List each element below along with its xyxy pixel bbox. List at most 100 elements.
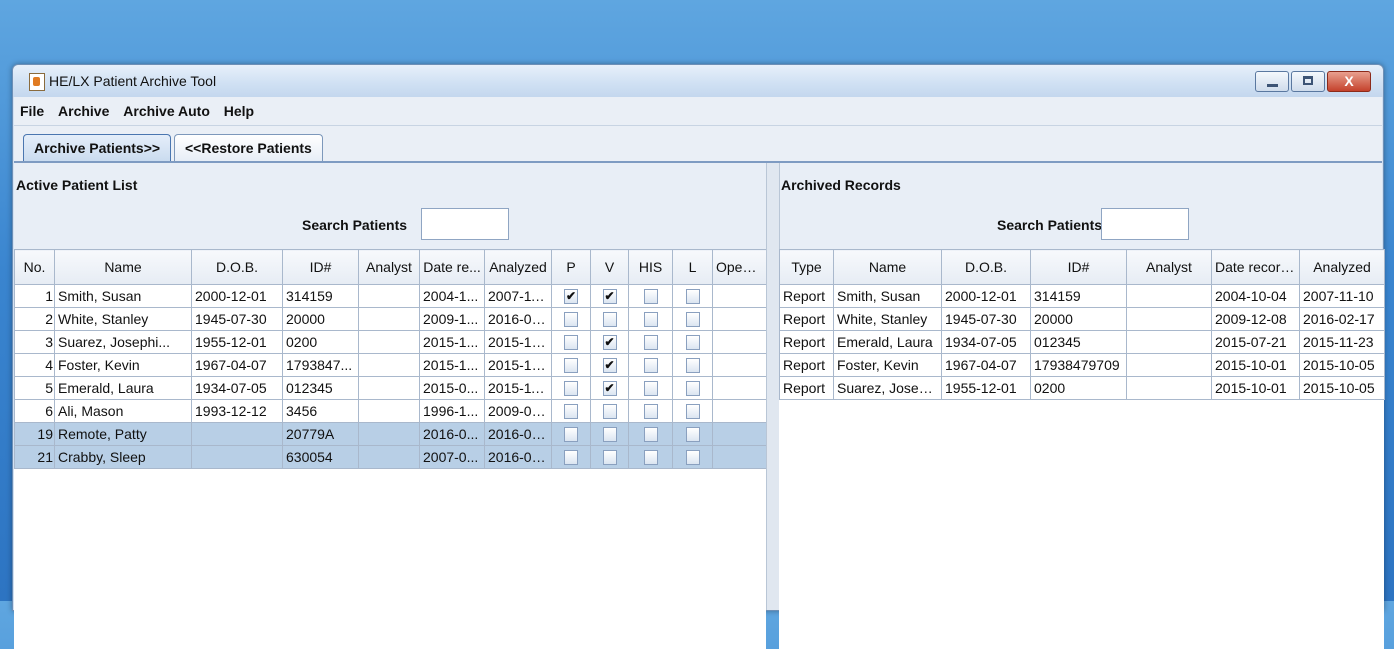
- cell-analyzed: 2015-10-05: [1299, 376, 1385, 400]
- active-patient-pane: Active Patient List Search Patients No. N…: [14, 163, 767, 649]
- v-checkbox[interactable]: ✔: [602, 358, 617, 374]
- column-header[interactable]: Opene...: [712, 249, 767, 285]
- menu-file[interactable]: File: [20, 97, 44, 125]
- table-row[interactable]: Report Foster, Kevin 1967-04-07 17938479709…: [779, 353, 1385, 377]
- tab-archive-patients[interactable]: Archive Patients>>: [23, 134, 172, 162]
- column-header[interactable]: ID#: [282, 249, 359, 285]
- column-header[interactable]: L: [672, 249, 713, 285]
- p-checkbox[interactable]: [564, 335, 578, 351]
- cell-analyzed: 2016-02...: [484, 307, 552, 331]
- cell-his: [628, 284, 673, 308]
- column-header[interactable]: V: [590, 249, 629, 285]
- his-checkbox[interactable]: [643, 289, 658, 305]
- cell-p: ✔: [551, 284, 591, 308]
- v-checkbox[interactable]: [602, 404, 617, 420]
- column-header[interactable]: Analyzed: [1299, 249, 1385, 285]
- split-pane-divider[interactable]: [766, 163, 780, 610]
- cell-v: [590, 399, 629, 423]
- column-header[interactable]: D.O.B.: [941, 249, 1031, 285]
- cell-analyst: [358, 445, 420, 469]
- cell-dob: 1945-07-30: [191, 307, 283, 331]
- p-checkbox[interactable]: ✔: [564, 289, 578, 305]
- his-checkbox[interactable]: [643, 427, 658, 443]
- cell-his: [628, 307, 673, 331]
- column-header[interactable]: No.: [14, 249, 55, 285]
- active-patient-table: No. Name D.O.B. ID# Analyst Date re... Analyze…: [14, 249, 767, 469]
- cell-no: 6: [14, 399, 55, 423]
- active-search-input[interactable]: [421, 208, 509, 240]
- cell-name: Foster, Kevin: [54, 353, 192, 377]
- l-checkbox[interactable]: [685, 289, 700, 305]
- table-row[interactable]: 3 Suarez, Josephi... 1955-12-01 0200 2015-1.…: [14, 330, 767, 354]
- table-row[interactable]: 4 Foster, Kevin 1967-04-07 1793847... 2015-1…: [14, 353, 767, 377]
- his-checkbox[interactable]: [643, 312, 658, 328]
- p-checkbox[interactable]: [564, 358, 578, 374]
- column-header[interactable]: Analyzed: [484, 249, 552, 285]
- l-checkbox[interactable]: [685, 381, 700, 397]
- column-header[interactable]: D.O.B.: [191, 249, 283, 285]
- minimize-button[interactable]: [1255, 71, 1289, 92]
- p-checkbox[interactable]: [564, 381, 578, 397]
- l-checkbox[interactable]: [685, 358, 700, 374]
- cell-name: Suarez, Josephi...: [54, 330, 192, 354]
- v-checkbox[interactable]: [602, 450, 617, 466]
- cell-l: [672, 353, 713, 377]
- v-checkbox[interactable]: [602, 312, 617, 328]
- cell-no: 4: [14, 353, 55, 377]
- v-checkbox[interactable]: ✔: [602, 335, 617, 351]
- l-checkbox[interactable]: [685, 450, 700, 466]
- l-checkbox[interactable]: [685, 335, 700, 351]
- table-row[interactable]: 2 White, Stanley 1945-07-30 20000 2009-1... 2…: [14, 307, 767, 331]
- his-checkbox[interactable]: [643, 381, 658, 397]
- cell-l: [672, 330, 713, 354]
- tab-restore-patients[interactable]: <<Restore Patients: [174, 134, 323, 162]
- v-checkbox[interactable]: [602, 427, 617, 443]
- l-checkbox[interactable]: [685, 427, 700, 443]
- menu-archive[interactable]: Archive: [58, 97, 109, 125]
- maximize-button[interactable]: [1291, 71, 1325, 92]
- his-checkbox[interactable]: [643, 335, 658, 351]
- l-checkbox[interactable]: [685, 404, 700, 420]
- archived-search-input[interactable]: [1101, 208, 1189, 240]
- column-header[interactable]: Name: [833, 249, 942, 285]
- his-checkbox[interactable]: [643, 358, 658, 374]
- cell-name: Remote, Patty: [54, 422, 192, 446]
- table-row[interactable]: Report Suarez, Joseph... 1955-12-01 0200 201…: [779, 376, 1385, 400]
- column-header[interactable]: Date re...: [419, 249, 485, 285]
- cell-opened: [712, 422, 767, 446]
- p-checkbox[interactable]: [564, 312, 578, 328]
- column-header[interactable]: P: [551, 249, 591, 285]
- v-checkbox[interactable]: ✔: [602, 289, 617, 305]
- close-button[interactable]: X: [1327, 71, 1371, 92]
- his-checkbox[interactable]: [643, 404, 658, 420]
- cell-id: 012345: [1030, 330, 1127, 354]
- table-row[interactable]: 1 Smith, Susan 2000-12-01 314159 2004-1... 20…: [14, 284, 767, 308]
- his-checkbox[interactable]: [643, 450, 658, 466]
- column-header[interactable]: Analyst: [1126, 249, 1212, 285]
- p-checkbox[interactable]: [564, 450, 578, 466]
- cell-p: [551, 330, 591, 354]
- column-header[interactable]: Analyst: [358, 249, 420, 285]
- title-bar[interactable]: HE/LX Patient Archive Tool X: [13, 65, 1383, 97]
- menu-help[interactable]: Help: [224, 97, 254, 125]
- l-checkbox[interactable]: [685, 312, 700, 328]
- p-checkbox[interactable]: [564, 404, 578, 420]
- column-header[interactable]: ID#: [1030, 249, 1127, 285]
- p-checkbox[interactable]: [564, 427, 578, 443]
- cell-his: [628, 376, 673, 400]
- table-row[interactable]: Report Emerald, Laura 1934-07-05 012345 2015…: [779, 330, 1385, 354]
- table-row[interactable]: Report White, Stanley 1945-07-30 20000 2009-…: [779, 307, 1385, 331]
- v-checkbox[interactable]: ✔: [602, 381, 617, 397]
- menu-archive-auto[interactable]: Archive Auto: [123, 97, 210, 125]
- column-header[interactable]: Date record...: [1211, 249, 1300, 285]
- table-row[interactable]: 21 Crabby, Sleep 630054 2007-0... 2016-02...: [14, 445, 767, 469]
- cell-analyst: [358, 422, 420, 446]
- cell-dob: 2000-12-01: [941, 284, 1031, 308]
- table-row[interactable]: 19 Remote, Patty 20779A 2016-0... 2016-02...: [14, 422, 767, 446]
- table-row[interactable]: 5 Emerald, Laura 1934-07-05 012345 2015-0...…: [14, 376, 767, 400]
- column-header[interactable]: Name: [54, 249, 192, 285]
- column-header[interactable]: HIS: [628, 249, 673, 285]
- table-row[interactable]: Report Smith, Susan 2000-12-01 314159 2004-1…: [779, 284, 1385, 308]
- column-header[interactable]: Type: [779, 249, 834, 285]
- table-row[interactable]: 6 Ali, Mason 1993-12-12 3456 1996-1... 2009-0…: [14, 399, 767, 423]
